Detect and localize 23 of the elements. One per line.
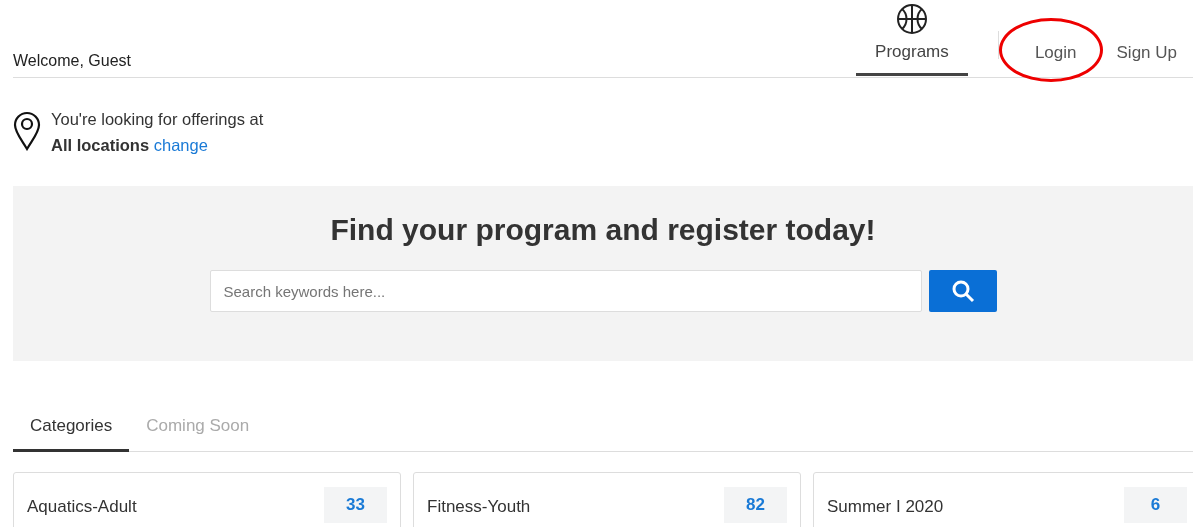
welcome-text: Welcome, Guest: [13, 51, 131, 71]
basketball-icon: [895, 2, 928, 35]
count-badge: 82: [724, 486, 787, 523]
search-icon: [950, 279, 975, 303]
banner-heading: Find your program and register today!: [330, 212, 876, 248]
location-text: You're looking for offerings at: [51, 109, 264, 130]
nav-link[interactable]: Sign Up: [1110, 42, 1183, 62]
category-card[interactable]: Summer I 2020 6: [813, 471, 1193, 527]
change-link[interactable]: change: [153, 136, 208, 154]
category-tab[interactable]: Categories: [13, 405, 130, 452]
search-button[interactable]: [928, 270, 997, 312]
category-name: Aquatics-Adult: [27, 495, 137, 518]
nav-link[interactable]: Login: [1028, 42, 1083, 62]
category-card[interactable]: Fitness-Youth 82: [413, 471, 801, 527]
count-badge: 33: [324, 486, 387, 523]
programs-tab[interactable]: Programs: [855, 2, 968, 76]
category-name: Fitness-Youth: [427, 495, 531, 518]
category-name: Summer I 2020: [827, 495, 944, 518]
location-pin-icon: [13, 111, 41, 151]
count-badge: 6: [1124, 486, 1187, 523]
category-card[interactable]: Aquatics-Adult 33: [13, 471, 401, 527]
location-name: All locations: [51, 136, 150, 154]
search-field[interactable]: Search keywords here...: [209, 270, 922, 312]
